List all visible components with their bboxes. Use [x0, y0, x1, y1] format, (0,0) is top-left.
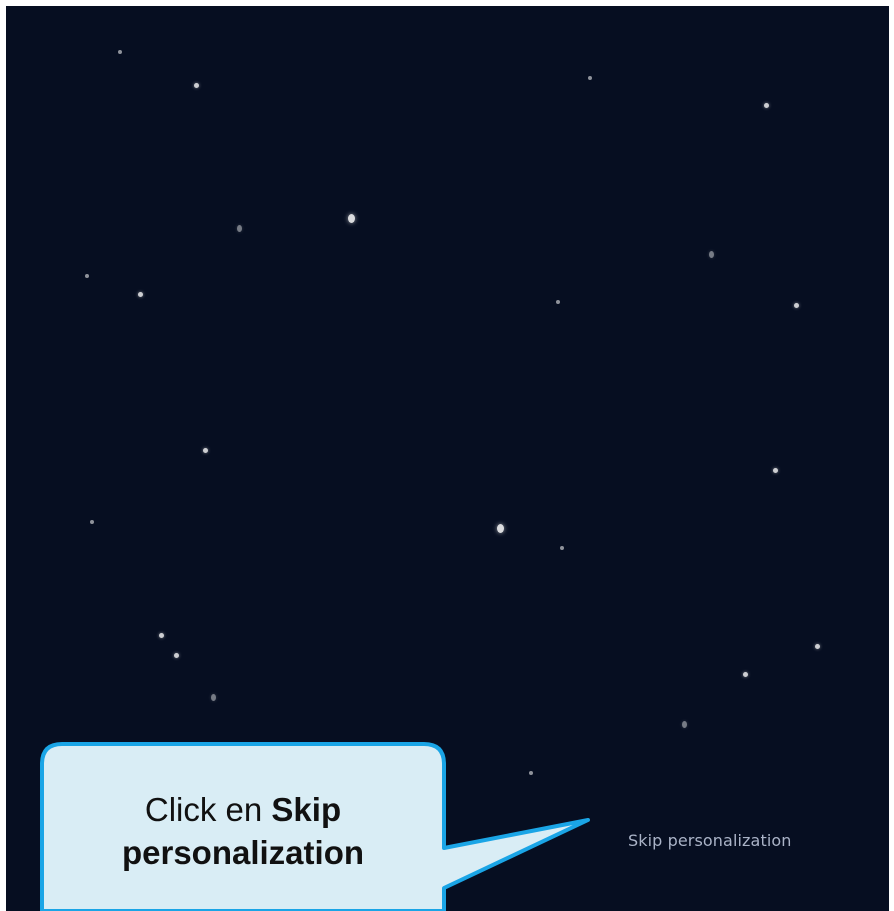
star	[348, 214, 355, 223]
skip-personalization-link[interactable]: Skip personalization	[628, 831, 792, 850]
star	[90, 520, 94, 524]
star	[85, 274, 89, 278]
star	[138, 292, 143, 297]
star	[682, 721, 687, 728]
star	[709, 251, 714, 258]
star	[794, 303, 799, 308]
star	[159, 633, 164, 638]
star	[174, 653, 179, 658]
callout-prefix: Click en	[144, 791, 272, 829]
star	[203, 448, 208, 453]
star	[588, 76, 592, 80]
star	[556, 300, 560, 304]
star	[743, 672, 748, 677]
star	[211, 694, 216, 701]
star	[773, 468, 778, 473]
star	[194, 83, 199, 88]
callout-line-2: personalization	[122, 832, 364, 875]
callout-text: Click en Skip personalization	[44, 758, 442, 906]
callout-bold-personalization: personalization	[121, 834, 365, 871]
star	[237, 225, 242, 232]
star	[815, 644, 820, 649]
star	[497, 524, 504, 533]
star	[560, 546, 564, 550]
callout-line-1: Click en Skip	[145, 789, 341, 832]
star	[118, 50, 122, 54]
star	[529, 771, 533, 775]
star	[764, 103, 769, 108]
callout-bold-skip: Skip	[271, 791, 342, 829]
